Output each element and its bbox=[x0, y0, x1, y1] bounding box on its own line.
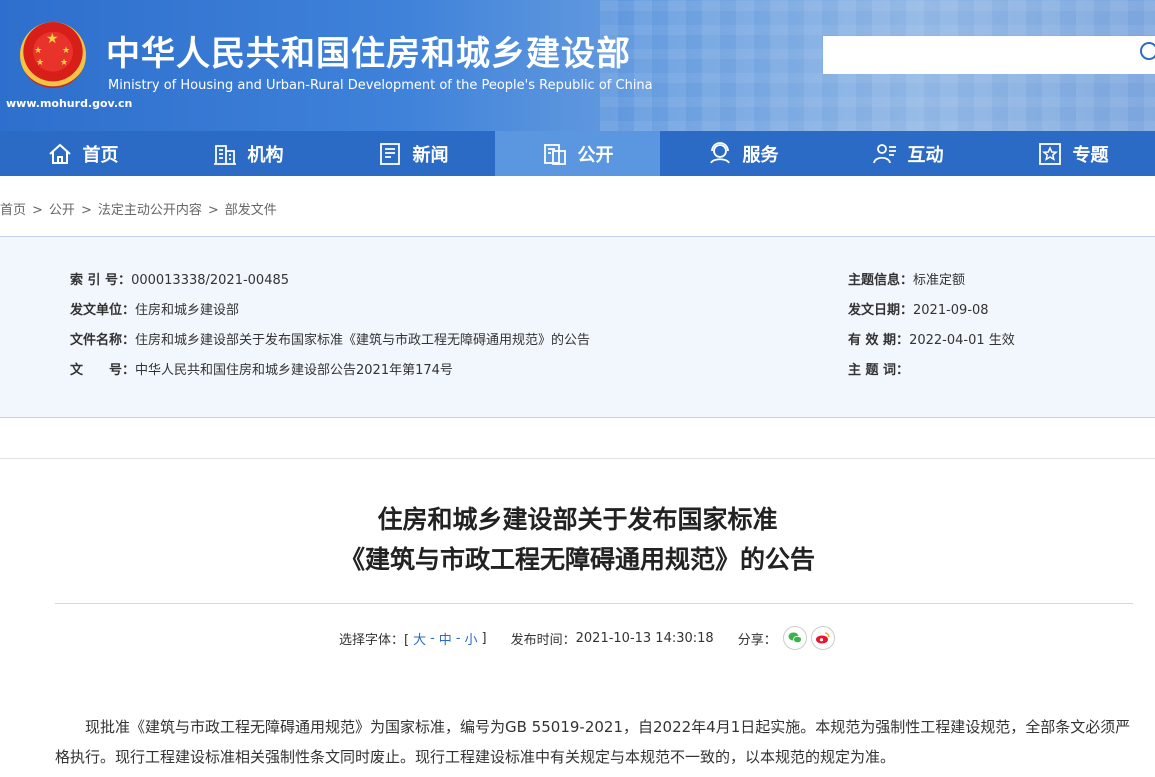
font-size-separator: - bbox=[455, 630, 461, 646]
main-nav: 首页 机构 新闻 公开 服务 互动 专题 bbox=[0, 131, 1155, 176]
nav-label: 新闻 bbox=[412, 144, 449, 166]
publish-time-label: 发布时间： bbox=[510, 632, 576, 648]
search-icon[interactable] bbox=[1140, 42, 1155, 60]
nav-label: 服务 bbox=[742, 144, 779, 166]
breadcrumb-ministry-documents[interactable]: 部发文件 bbox=[225, 203, 277, 218]
article-meta: 选择字体：[ 大 - 中 - 小 ] 发布时间： 2021-10-13 14:3… bbox=[339, 626, 835, 650]
font-size-small-link[interactable]: 小 bbox=[465, 629, 478, 648]
info-label: 发文日期： bbox=[848, 303, 914, 318]
font-size-label: 选择字体：[ bbox=[339, 632, 410, 648]
breadcrumb-home[interactable]: 首页 bbox=[0, 203, 26, 218]
nav-label: 首页 bbox=[82, 144, 119, 166]
info-date-row: 发文日期：2021-09-08 bbox=[848, 299, 989, 318]
info-issuer-row: 发文单位：住房和城乡建设部 bbox=[70, 299, 239, 318]
breadcrumb: 首页 > 公开 > 法定主动公开内容 > 部发文件 bbox=[0, 203, 277, 218]
font-size-close: ] bbox=[481, 630, 487, 646]
service-icon bbox=[709, 141, 730, 164]
info-index-row: 索 引 号：000013338/2021-00485 bbox=[70, 269, 289, 288]
info-label: 主 题 词： bbox=[848, 363, 910, 378]
info-label: 有 效 期： bbox=[848, 333, 910, 348]
national-emblem-icon: ★ ★ ★ ★ ★ bbox=[20, 22, 86, 88]
nav-item-interact[interactable]: 互动 bbox=[825, 131, 990, 176]
home-icon bbox=[48, 143, 71, 164]
site-header: ★ ★ ★ ★ ★ 中华人民共和国住房和城乡建设部 Ministry of Ho… bbox=[0, 0, 1155, 131]
info-keywords-row: 主 题 词： bbox=[848, 359, 909, 378]
font-size-medium-link[interactable]: 中 bbox=[439, 629, 452, 648]
weibo-icon bbox=[815, 632, 830, 644]
font-size-large-link[interactable]: 大 bbox=[413, 629, 426, 648]
breadcrumb-legal-disclosure[interactable]: 法定主动公开内容 bbox=[98, 203, 202, 218]
document-info-panel: 索 引 号：000013338/2021-00485 发文单位：住房和城乡建设部… bbox=[0, 236, 1155, 418]
wechat-share-button[interactable] bbox=[782, 626, 807, 650]
article-title-line1: 住房和城乡建设部关于发布国家标准 bbox=[377, 505, 778, 534]
star-icon bbox=[1038, 142, 1061, 165]
nav-item-news[interactable]: 新闻 bbox=[330, 131, 495, 176]
info-label: 文件名称： bbox=[70, 333, 136, 348]
info-value: 中华人民共和国住房和城乡建设部公告2021年第174号 bbox=[135, 363, 453, 378]
info-value: 住房和城乡建设部关于发布国家标准《建筑与市政工程无障碍通用规范》的公告 bbox=[135, 333, 591, 348]
nav-item-home[interactable]: 首页 bbox=[0, 131, 165, 176]
share-label: 分享： bbox=[737, 632, 777, 648]
wechat-icon bbox=[788, 632, 802, 644]
info-value: 住房和城乡建设部 bbox=[135, 303, 240, 318]
article-title-line2: 《建筑与市政工程无障碍通用规范》的公告 bbox=[339, 545, 815, 574]
building-icon bbox=[213, 144, 236, 165]
info-label: 发文单位： bbox=[70, 303, 136, 318]
publish-time: 2021-10-13 14:30:18 bbox=[575, 630, 714, 646]
site-subtitle: Ministry of Housing and Urban-Rural Deve… bbox=[108, 78, 653, 93]
weibo-share-button[interactable] bbox=[810, 626, 835, 650]
info-docno-row: 文 号：中华人民共和国住房和城乡建设部公告2021年第174号 bbox=[70, 359, 453, 378]
info-validity-row: 有 效 期：2022-04-01 生效 bbox=[848, 329, 1015, 348]
search-input[interactable] bbox=[823, 36, 1155, 74]
nav-label: 公开 bbox=[577, 144, 614, 166]
nav-label: 互动 bbox=[907, 144, 944, 166]
nav-item-public[interactable]: 公开 bbox=[495, 131, 660, 176]
breadcrumb-public[interactable]: 公开 bbox=[49, 203, 75, 218]
nav-item-service[interactable]: 服务 bbox=[660, 131, 825, 176]
info-value: 2022-04-01 生效 bbox=[909, 333, 1015, 348]
title-divider bbox=[55, 603, 1133, 604]
nav-item-topics[interactable]: 专题 bbox=[990, 131, 1155, 176]
nav-label: 机构 bbox=[247, 144, 284, 166]
info-label: 索 引 号： bbox=[70, 273, 132, 288]
info-value: 000013338/2021-00485 bbox=[131, 273, 290, 288]
news-icon bbox=[379, 142, 400, 165]
info-label: 主题信息： bbox=[848, 273, 914, 288]
interact-icon bbox=[872, 143, 896, 163]
info-topic-row: 主题信息：标准定额 bbox=[848, 269, 965, 288]
article-body: 现批准《建筑与市政工程无障碍通用规范》为国家标准，编号为GB 55019-202… bbox=[55, 718, 1131, 766]
info-label: 文 号： bbox=[70, 363, 136, 378]
nav-item-org[interactable]: 机构 bbox=[165, 131, 330, 176]
site-title: 中华人民共和国住房和城乡建设部 bbox=[106, 34, 631, 74]
section-divider bbox=[0, 458, 1155, 459]
font-size-separator: - bbox=[430, 630, 435, 646]
document-icon bbox=[543, 143, 566, 165]
nav-label: 专题 bbox=[1072, 144, 1109, 166]
site-url: www.mohurd.gov.cn bbox=[6, 97, 133, 110]
info-value: 2021-09-08 bbox=[913, 303, 989, 318]
info-value: 标准定额 bbox=[913, 273, 966, 288]
info-docname-row: 文件名称：住房和城乡建设部关于发布国家标准《建筑与市政工程无障碍通用规范》的公告 bbox=[70, 329, 590, 348]
